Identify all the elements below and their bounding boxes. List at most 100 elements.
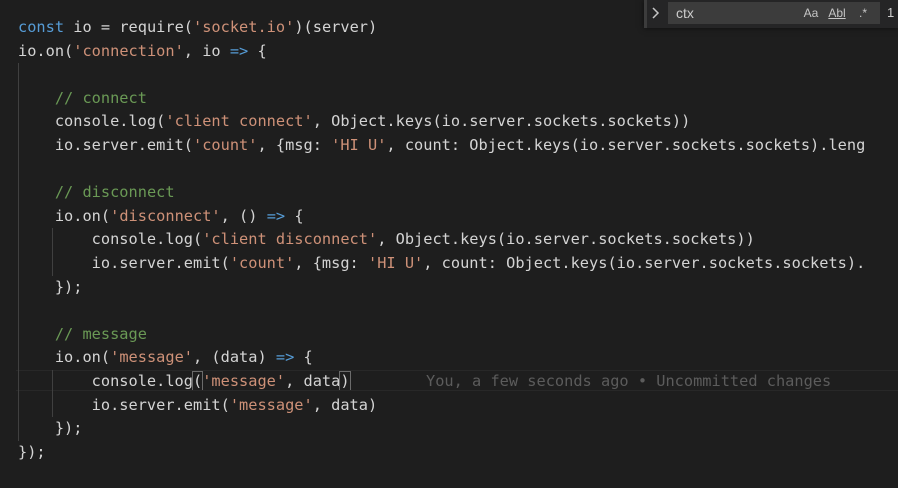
indent-guide — [51, 369, 53, 394]
indent-guide — [18, 110, 19, 134]
code-line[interactable]: // disconnect — [18, 181, 865, 205]
code-token: , data — [285, 371, 341, 390]
code-line[interactable]: io.on('connection', io => { — [18, 40, 865, 64]
chevron-right-icon — [652, 7, 660, 19]
indent-guide — [51, 228, 53, 252]
code-comment: // message — [54, 324, 147, 343]
code-keyword: => — [229, 41, 249, 60]
code-token: io.on( — [18, 348, 111, 367]
code-line[interactable]: console.log('client disconnect', Object.… — [18, 228, 865, 252]
code-token: , () — [220, 206, 267, 225]
match-count: 1 — [887, 5, 895, 20]
code-token: io.server.emit( — [18, 253, 230, 272]
code-token: , (data) — [193, 348, 276, 367]
code-token: console.log( — [18, 230, 203, 249]
code-editor[interactable]: const io = require('socket.io')(server) i… — [0, 0, 898, 488]
code-string: 'connection' — [73, 41, 184, 60]
code-token: io.server.emit( — [18, 395, 230, 414]
git-blame-annotation: You, a few seconds ago • Uncommitted cha… — [426, 371, 832, 390]
code-line[interactable]: console.log('client connect', Object.key… — [18, 110, 865, 134]
code-token: , Object.keys(io.server.sockets.sockets)… — [312, 112, 691, 131]
indent-guide — [18, 393, 19, 418]
indent-guide — [18, 181, 19, 205]
code-line[interactable]: io.on('disconnect', () => { — [18, 204, 865, 229]
toggle-replace-button[interactable] — [644, 0, 662, 28]
code-string: 'count' — [229, 253, 295, 272]
code-token: console.log( — [18, 112, 166, 131]
code-token: }); — [18, 419, 83, 438]
code-keyword: => — [266, 206, 286, 225]
match-case-button[interactable]: Aa — [801, 4, 821, 22]
code-comment: // connect — [54, 88, 147, 107]
code-line[interactable]: io.on('message', (data) => { — [18, 346, 865, 370]
indent-guide — [18, 251, 19, 276]
code-line[interactable]: }); — [18, 275, 865, 300]
find-widget: Aa Abl .* 1 — [644, 0, 898, 28]
code-token: , count: Object.keys(io.server.sockets.s… — [423, 253, 866, 272]
code-string: 'client connect' — [165, 112, 313, 131]
use-regex-button[interactable]: .* — [853, 4, 873, 22]
indent-guide — [51, 393, 53, 418]
indent-guide — [18, 63, 19, 87]
code-lines[interactable]: const io = require('socket.io')(server) i… — [15, 16, 898, 465]
code-line[interactable]: // message — [18, 322, 865, 347]
code-line[interactable]: io.server.emit('count', {msg: 'HI U', co… — [18, 133, 866, 158]
code-token: , {msg: — [257, 135, 332, 154]
code-line[interactable] — [18, 299, 865, 323]
indent-guide — [18, 299, 19, 323]
code-token: console.log — [18, 371, 193, 390]
code-line[interactable]: io.server.emit('count', {msg: 'HI U', co… — [18, 251, 866, 276]
code-line[interactable]: io.server.emit('message', data) — [18, 393, 865, 418]
code-comment: // disconnect — [54, 183, 175, 202]
code-line[interactable] — [18, 63, 865, 87]
code-token: ) — [339, 370, 351, 391]
code-token: )(server) — [294, 18, 378, 36]
code-line[interactable]: console.log('message', data) You, a few s… — [15, 369, 898, 394]
code-keyword: const — [18, 18, 65, 36]
indent-guide — [18, 204, 19, 229]
code-line[interactable]: }); — [18, 417, 865, 441]
code-token: , io — [183, 41, 230, 60]
indent-guide — [18, 275, 19, 300]
indent-guide — [18, 346, 19, 370]
code-keyword: => — [275, 348, 295, 367]
code-token: , count: Object.keys(io.server.sockets.s… — [386, 135, 866, 154]
find-input[interactable] — [668, 2, 880, 24]
code-token: { — [285, 206, 304, 225]
code-token: ( — [191, 370, 204, 391]
code-token: , Object.keys(io.server.sockets.sockets)… — [377, 230, 755, 249]
indent-guide — [18, 369, 19, 394]
code-string: 'message' — [229, 395, 313, 414]
code-string: 'socket.io' — [193, 18, 295, 36]
code-token: }); — [18, 442, 46, 461]
indent-guide — [18, 417, 19, 441]
indent-guide — [18, 228, 19, 252]
code-string: 'client disconnect' — [202, 230, 378, 249]
code-string: 'HI U' — [331, 135, 387, 154]
code-token: io.server.emit( — [18, 135, 193, 154]
code-string: 'message' — [202, 371, 286, 390]
code-token: , data) — [312, 395, 378, 414]
code-token: io.on( — [18, 206, 111, 225]
match-whole-word-button[interactable]: Abl — [827, 4, 847, 22]
code-line[interactable] — [18, 157, 865, 182]
code-token: }); — [18, 277, 83, 296]
code-token: { — [248, 41, 267, 60]
code-string: 'count' — [192, 135, 258, 154]
indent-guide — [18, 133, 19, 158]
indent-guide — [18, 157, 19, 182]
code-token: { — [294, 348, 313, 367]
code-token: io.on( — [18, 41, 74, 60]
code-line[interactable]: }); — [18, 441, 865, 465]
code-string: 'HI U' — [367, 253, 424, 272]
indent-guide — [51, 251, 53, 276]
indent-guide — [18, 86, 19, 111]
code-string: 'message' — [110, 348, 193, 367]
code-token: , {msg: — [294, 253, 368, 272]
code-token: io = require( — [64, 18, 193, 36]
code-line[interactable]: // connect — [18, 86, 865, 111]
indent-guide — [18, 322, 19, 347]
